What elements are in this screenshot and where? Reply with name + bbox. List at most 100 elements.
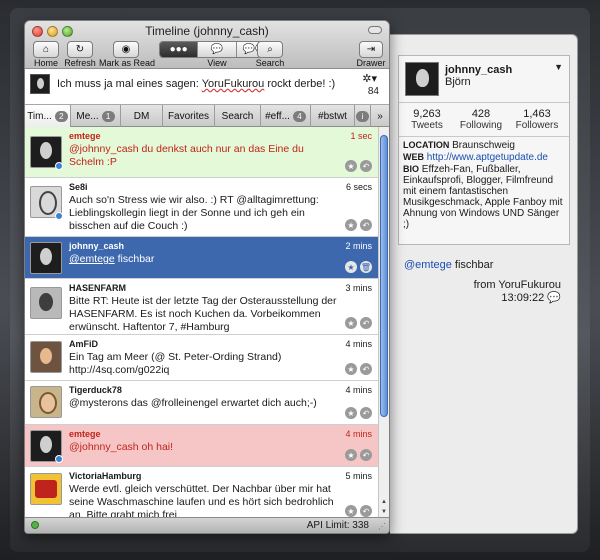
search-button[interactable]: ⌕ [257,41,283,58]
status-bar: API Limit: 338 ⋰ [25,517,389,533]
reply-icon[interactable]: ↶ [360,449,372,461]
list-item[interactable]: emtege 4 mins @johnny_cash oh hai! ★ ↶ [25,425,378,467]
mark-as-read-button[interactable]: ◉ [113,41,139,58]
divider [399,136,569,137]
tweet-username[interactable]: AmFiD [69,339,98,349]
tweet-time: 6 secs [345,182,372,192]
tweet-time: 1 sec [350,131,372,141]
home-button[interactable]: ⌂ [33,41,59,58]
web-link[interactable]: http://www.aptgetupdate.de [427,152,548,163]
refresh-label: Refresh [64,58,96,68]
unread-badge: 4 [292,110,306,122]
tweet-username[interactable]: HASENFARM [69,283,126,293]
tab-info[interactable]: i [355,105,371,127]
conversation-icon[interactable]: 💬 [547,292,561,304]
tweet-time: 4 mins [345,339,372,349]
profile-avatar[interactable] [405,62,439,96]
reply-icon[interactable]: ↶ [360,363,372,375]
list-item[interactable]: emtege 1 sec @johnny_cash du denkst auch… [25,127,378,178]
profile-menu-icon[interactable]: ▼ [554,62,563,72]
profile-username: johnny_cash [445,64,513,76]
unread-badge: 1 [101,110,115,122]
tab-overflow-button[interactable]: » [371,105,389,127]
tweet-text-rest: fischbar [114,253,155,265]
gear-icon[interactable]: ✲▾ [362,72,377,85]
tab-timeline[interactable]: Tim... 2 [25,105,71,127]
tweet-username[interactable]: VictoriaHamburg [69,471,141,481]
tab-favorites[interactable]: Favorites [163,105,215,127]
stat-followers[interactable]: 1,463 Followers [511,108,563,132]
list-item[interactable]: Se8i 6 secs Auch so'n Stress wie wir als… [25,178,378,237]
timeline-list[interactable]: emtege 1 sec @johnny_cash du denkst auch… [25,127,378,519]
tweet-actions: ★ ↶ [345,407,372,419]
view-single-segment[interactable]: 💬 [198,42,237,57]
star-icon[interactable]: ★ [345,407,357,419]
avatar[interactable] [30,341,62,373]
tab-mentions[interactable]: Me... 1 [71,105,121,127]
divider [399,102,569,103]
stat-tweets-label: Tweets [411,120,443,131]
tab-search[interactable]: Search [215,105,261,127]
profile-card: johnny_cash Björn ▼ 9,263 Tweets 428 Fol… [398,55,570,245]
drawer-tweet-mention[interactable]: @emtege [404,259,452,271]
unread-dot-icon [55,162,63,170]
view-timeline-segment[interactable]: ●●● [160,42,199,57]
tab-dm[interactable]: DM [121,105,163,127]
star-icon[interactable]: ★ [345,261,357,273]
char-count: 84 [367,86,379,97]
drawer-button[interactable]: ⇥ [359,41,383,58]
reply-icon[interactable]: ↶ [360,407,372,419]
tweet-username[interactable]: Tigerduck78 [69,385,122,395]
tweet-text: Werde evtl. gleich verschüttet. Der Nach… [69,483,334,519]
reply-icon[interactable]: ↶ [360,317,372,329]
avatar[interactable] [30,242,62,274]
web-key: WEB [403,152,424,162]
resize-grip-icon[interactable]: ⋰ [378,522,386,531]
star-icon[interactable]: ★ [345,317,357,329]
avatar[interactable] [30,473,62,505]
compose-box[interactable]: Ich muss ja mal eines sagen: YoruFukurou… [25,69,389,105]
reply-icon[interactable]: ↶ [360,160,372,172]
timeline-scrollbar[interactable]: ▲ ▼ [378,127,389,519]
scroll-up-arrow-icon[interactable]: ▲ [379,499,389,505]
drawer-tweet-meta: from YoruFukurou 13:09:22 💬 [474,279,561,305]
list-item[interactable]: Tigerduck78 4 mins @mysterons das @froll… [25,381,378,425]
tab-effzeh[interactable]: #eff... 4 [261,105,311,127]
stat-following[interactable]: 428 Following [455,108,507,132]
tab-label: Me... [76,110,99,122]
list-item[interactable]: HASENFARM 3 mins Bitte RT: Heute ist der… [25,279,378,335]
list-item[interactable]: VictoriaHamburg 5 mins Werde evtl. gleic… [25,467,378,519]
reply-icon[interactable]: ↶ [360,219,372,231]
tweet-actions: ★ ↶ [345,363,372,375]
tweet-mention[interactable]: @emtege [69,253,115,265]
avatar[interactable] [30,287,62,319]
tweet-username[interactable]: emtege [69,131,101,141]
tweet-username[interactable]: emtege [69,429,101,439]
star-icon[interactable]: ★ [345,449,357,461]
star-icon[interactable]: ★ [345,160,357,172]
tweet-username[interactable]: Se8i [69,182,88,192]
star-icon[interactable]: ★ [345,219,357,231]
stat-followers-count: 1,463 [523,108,551,120]
scroll-down-arrow-icon[interactable]: ▼ [379,509,389,515]
scrollbar-thumb[interactable] [380,135,388,417]
tweet-actions: ★ ↶ [345,219,372,231]
list-item-selected[interactable]: johnny_cash 2 mins @emtege fischbar ★ 🗑 [25,237,378,279]
avatar[interactable] [30,386,62,418]
tab-label: #bstwt [318,110,347,122]
star-icon[interactable]: ★ [345,363,357,375]
reply-icon[interactable]: ↶ [360,505,372,517]
stat-tweets[interactable]: 9,263 Tweets [401,108,453,132]
profile-location: LOCATION Braunschweig [403,140,565,151]
star-icon[interactable]: ★ [345,505,357,517]
tweet-text: @mysterons das @frolleinengel erwartet d… [69,397,317,409]
profile-realname: Björn [445,76,471,88]
tab-bstwt[interactable]: #bstwt [311,105,355,127]
tweet-username[interactable]: johnny_cash [69,241,124,251]
refresh-button[interactable]: ↻ [67,41,93,58]
tweet-actions: ★ ↶ [345,449,372,461]
drawer-label: Drawer [356,58,386,68]
compose-input[interactable]: Ich muss ja mal eines sagen: YoruFukurou… [57,78,335,90]
list-item[interactable]: AmFiD 4 mins Ein Tag am Meer (@ St. Pete… [25,335,378,381]
trash-icon[interactable]: 🗑 [360,261,372,273]
